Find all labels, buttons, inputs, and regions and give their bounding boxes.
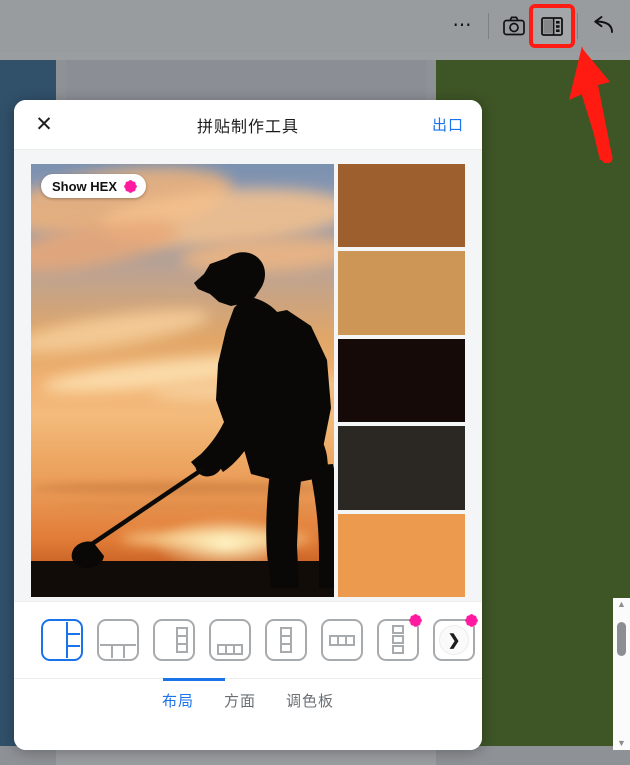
premium-flower-badge-icon bbox=[465, 614, 478, 627]
layout-spaced-column-3[interactable] bbox=[370, 602, 426, 678]
collage-main-photo[interactable]: Show HEX bbox=[31, 164, 334, 597]
swatch-brown[interactable] bbox=[338, 164, 465, 248]
app-toolbar: ⋯ bbox=[0, 0, 630, 52]
collage-panel-icon bbox=[541, 16, 563, 36]
dialog-title: 拼贴制作工具 bbox=[196, 118, 299, 136]
layout-top-big-3-bottom[interactable] bbox=[90, 602, 146, 678]
swatch-near-black[interactable] bbox=[338, 338, 465, 423]
tab-layout[interactable]: 布局 bbox=[160, 688, 196, 713]
flower-extension-icon bbox=[124, 179, 137, 193]
toolbar-divider-1 bbox=[488, 13, 489, 39]
collage-tool-button[interactable] bbox=[529, 4, 575, 48]
background-top-strip bbox=[0, 52, 630, 60]
layout-next-page[interactable]: ❯ bbox=[426, 602, 482, 678]
dialog-tabs: 布局 方面 调色板 bbox=[14, 678, 482, 722]
layout-picker-row: ❯ bbox=[14, 601, 482, 678]
more-options-button[interactable]: ⋯ bbox=[444, 8, 482, 44]
camera-icon bbox=[503, 16, 525, 36]
swatch-tan[interactable] bbox=[338, 251, 465, 335]
next-page-arrow-icon: ❯ bbox=[439, 625, 469, 655]
close-button[interactable]: ✕ bbox=[32, 113, 56, 137]
palette-column bbox=[338, 164, 465, 598]
undo-arrow-icon bbox=[594, 16, 613, 33]
layout-center-row-3[interactable] bbox=[314, 602, 370, 678]
show-hex-button[interactable]: Show HEX bbox=[41, 174, 147, 198]
collage-maker-dialog: ✕ 拼贴制作工具 出口 Show HEX ❯ 布局 方面 调色板 bbox=[14, 100, 482, 750]
panel-scrollbar[interactable]: ▲ ▼ bbox=[613, 598, 630, 750]
toolbar-divider-2 bbox=[577, 13, 578, 39]
show-hex-label: Show HEX bbox=[52, 178, 118, 194]
layout-center-column-3-thumb bbox=[265, 619, 307, 661]
layout-left-big-3-right-thumb bbox=[41, 619, 83, 661]
collage-canvas-area: Show HEX bbox=[14, 150, 482, 601]
collage-grid: Show HEX bbox=[31, 164, 465, 598]
swatch-dark-gray[interactable] bbox=[338, 426, 465, 510]
layout-right-strip-3-thumb bbox=[153, 619, 195, 661]
screen-root: ⋯ ✕ 拼贴制作工具 出口 Show HEX ❯ 布局 方面 调色板 ▲ ▼ bbox=[0, 0, 630, 765]
layout-center-row-3-thumb bbox=[321, 619, 363, 661]
export-button[interactable]: 出口 bbox=[432, 114, 464, 135]
swatch-orange[interactable] bbox=[338, 513, 465, 598]
dialog-header: ✕ 拼贴制作工具 出口 bbox=[14, 100, 482, 150]
premium-flower-badge-icon bbox=[409, 614, 422, 627]
golfer-silhouette-icon bbox=[71, 252, 334, 588]
undo-button[interactable] bbox=[584, 8, 622, 44]
layout-bottom-strip-3[interactable] bbox=[202, 602, 258, 678]
scrollbar-thumb[interactable] bbox=[617, 622, 626, 656]
layout-left-big-3-right[interactable] bbox=[34, 602, 90, 678]
layout-right-strip-3[interactable] bbox=[146, 602, 202, 678]
layout-center-column-3[interactable] bbox=[258, 602, 314, 678]
tab-palette[interactable]: 调色板 bbox=[284, 688, 336, 713]
scroll-down-arrow[interactable]: ▼ bbox=[617, 739, 626, 748]
tab-active-underline bbox=[163, 678, 225, 681]
camera-button[interactable] bbox=[495, 8, 533, 44]
layout-top-big-3-bottom-thumb bbox=[97, 619, 139, 661]
layout-bottom-strip-3-thumb bbox=[209, 619, 251, 661]
dialog-footer bbox=[14, 722, 482, 750]
scroll-up-arrow[interactable]: ▲ bbox=[617, 600, 626, 609]
ellipsis-icon: ⋯ bbox=[452, 15, 474, 36]
tab-aspect[interactable]: 方面 bbox=[222, 688, 258, 713]
